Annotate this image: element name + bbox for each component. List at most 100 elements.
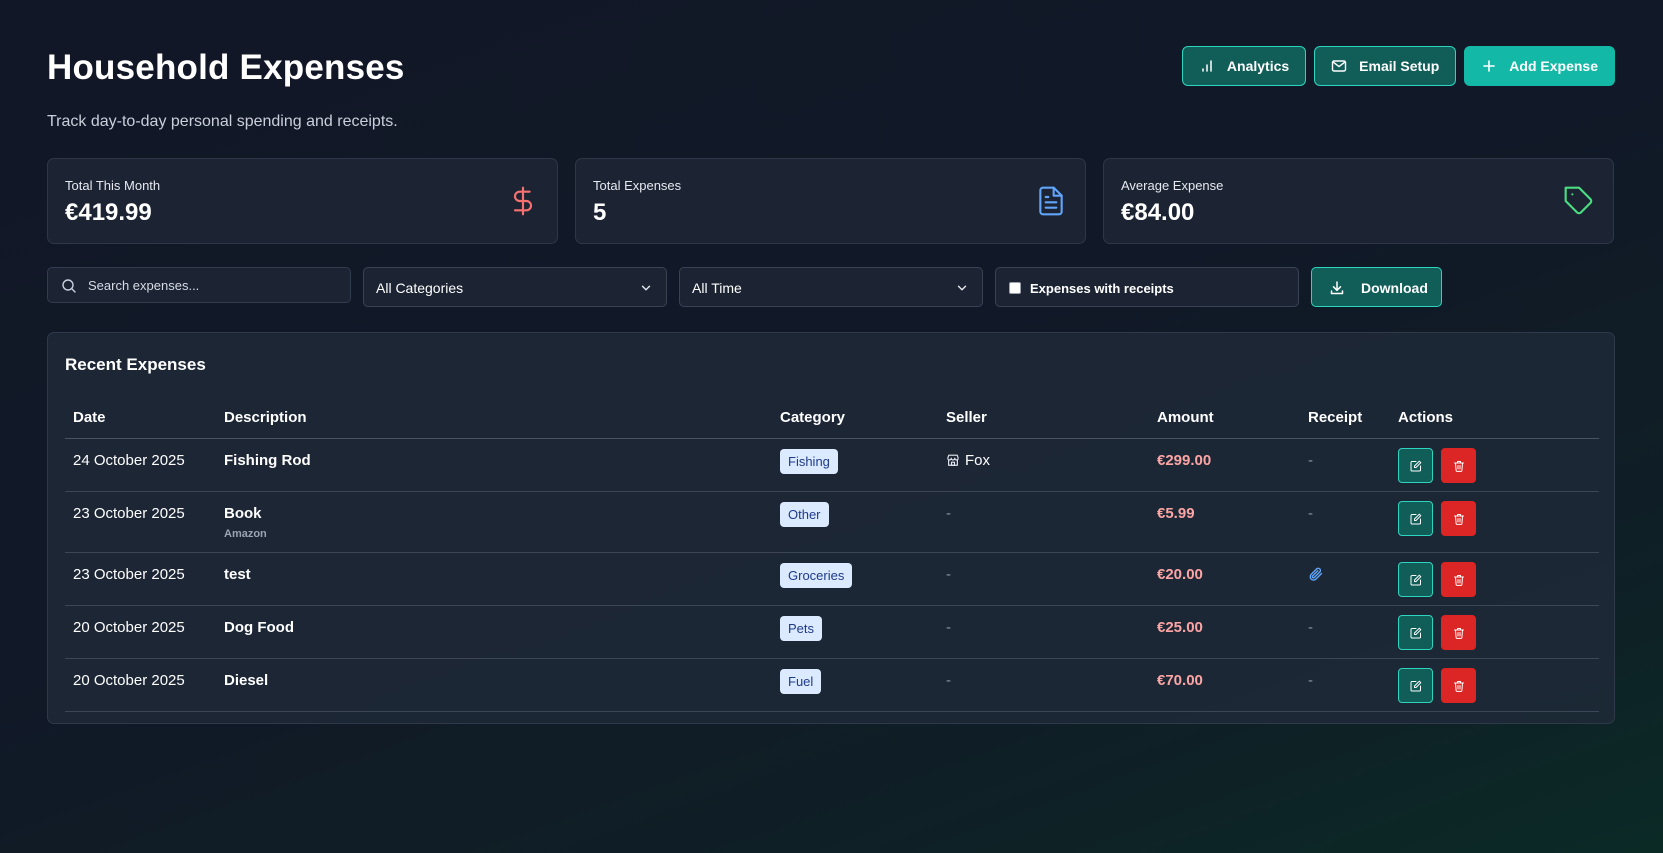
category-select[interactable]: All Categories: [363, 267, 667, 307]
category-cell: Groceries: [772, 552, 938, 606]
amount-cell: €25.00: [1149, 605, 1300, 659]
receipts-checkbox[interactable]: [1009, 282, 1021, 294]
edit-button[interactable]: [1398, 561, 1433, 597]
edit-button[interactable]: [1398, 500, 1433, 536]
amount-cell: €5.99: [1149, 491, 1300, 553]
description-text: Dog Food: [224, 618, 294, 636]
amount-text: €70.00: [1157, 671, 1203, 689]
page-subtitle: Track day-to-day personal spending and r…: [47, 113, 398, 130]
category-badge: Pets: [780, 615, 823, 641]
column-header-seller: Seller: [938, 397, 1149, 439]
stat-card-total-expenses: Total Expenses 5: [575, 158, 1086, 244]
seller-cell: -: [938, 552, 1149, 606]
category-cell: Fishing: [772, 438, 938, 492]
email-setup-button-label: Email Setup: [1359, 58, 1440, 74]
header-actions: Analytics Email Setup Add Expense: [1181, 46, 1615, 86]
column-header-description: Description: [216, 397, 772, 439]
receipt-cell: -: [1300, 605, 1390, 659]
receipt-cell: -: [1300, 438, 1390, 492]
search-input[interactable]: [88, 268, 344, 302]
receipt-empty: -: [1308, 451, 1313, 469]
date-cell: 20 October 2025: [65, 658, 216, 712]
panel-title: Recent Expenses: [65, 355, 206, 374]
seller-cell: -: [938, 658, 1149, 712]
actions-cell: [1390, 605, 1599, 659]
description-text: test: [224, 565, 251, 583]
add-expense-button-label: Add Expense: [1509, 58, 1598, 74]
analytics-button-label: Analytics: [1226, 58, 1290, 74]
receipts-filter: Expenses with receipts: [995, 267, 1299, 307]
category-badge: Other: [780, 501, 829, 527]
email-setup-button[interactable]: Email Setup: [1314, 46, 1457, 86]
date-cell: 20 October 2025: [65, 605, 216, 659]
vendor-text: Amazon: [224, 527, 267, 540]
receipts-checkbox-label[interactable]: Expenses with receipts: [1030, 281, 1174, 296]
plus-icon: [1483, 60, 1496, 72]
seller-empty: -: [946, 504, 951, 522]
actions-cell: [1390, 491, 1599, 553]
row-actions: [1398, 500, 1599, 536]
stat-value: 5: [593, 199, 607, 226]
row-actions: [1398, 447, 1599, 483]
amount-cell: €70.00: [1149, 658, 1300, 712]
search-icon: [62, 279, 76, 293]
bar-chart-icon: [1202, 60, 1212, 72]
filter-bar: All Categories All Time Expenses with re…: [47, 267, 1615, 307]
table-header-row: Date Description Category Seller Amount …: [65, 397, 1599, 439]
edit-icon: [1410, 680, 1422, 691]
delete-button[interactable]: [1441, 614, 1476, 650]
row-actions: [1398, 561, 1599, 597]
trash-icon: [1454, 460, 1464, 472]
mail-icon: [1331, 60, 1347, 72]
delete-button[interactable]: [1441, 561, 1476, 597]
stat-label: Total Expenses: [593, 178, 682, 193]
paperclip-icon[interactable]: [1308, 566, 1324, 582]
table-row: 20 October 2025 Diesel Fuel - €70.00 -: [65, 658, 1599, 712]
column-header-actions: Actions: [1390, 397, 1599, 439]
trash-icon: [1454, 680, 1464, 692]
receipt-empty: -: [1308, 618, 1313, 636]
amount-text: €20.00: [1157, 565, 1203, 583]
download-button-label: Download: [1361, 280, 1428, 296]
amount-text: €25.00: [1157, 618, 1203, 636]
receipt-empty: -: [1308, 671, 1313, 689]
stat-label: Average Expense: [1121, 178, 1224, 193]
receipt-cell: -: [1300, 491, 1390, 553]
description-cell: Fishing Rod: [216, 438, 772, 492]
receipt-empty: -: [1308, 504, 1313, 522]
table-row: 23 October 2025 test Groceries - €20.00: [65, 552, 1599, 606]
analytics-button[interactable]: Analytics: [1181, 46, 1307, 86]
page-header: Household Expenses Analytics Email Setup…: [47, 46, 1615, 92]
dollar-icon: [513, 186, 532, 216]
time-select[interactable]: All Time: [679, 267, 983, 307]
seller-empty: -: [946, 565, 951, 583]
description-cell: Dog Food: [216, 605, 772, 659]
actions-cell: [1390, 552, 1599, 606]
category-badge: Fishing: [780, 448, 838, 474]
delete-button[interactable]: [1441, 447, 1476, 483]
time-select-value: All Time: [692, 280, 742, 296]
edit-button[interactable]: [1398, 667, 1433, 703]
search-box: [47, 267, 351, 303]
store-icon: [947, 454, 959, 466]
description-text: Book: [224, 504, 262, 522]
description-cell: test: [216, 552, 772, 606]
add-expense-button[interactable]: Add Expense: [1464, 46, 1615, 86]
download-button[interactable]: Download: [1311, 267, 1442, 307]
trash-icon: [1454, 574, 1464, 586]
seller-cell: -: [938, 605, 1149, 659]
document-icon: [1039, 186, 1063, 216]
stat-card-average-expense: Average Expense €84.00: [1103, 158, 1614, 244]
edit-icon: [1410, 574, 1422, 585]
receipt-cell: [1300, 552, 1390, 606]
category-cell: Other: [772, 491, 938, 553]
delete-button[interactable]: [1441, 667, 1476, 703]
edit-button[interactable]: [1398, 614, 1433, 650]
trash-icon: [1454, 513, 1464, 525]
edit-button[interactable]: [1398, 447, 1433, 483]
category-cell: Pets: [772, 605, 938, 659]
table-row: 24 October 2025 Fishing Rod Fishing Fox …: [65, 438, 1599, 492]
date-cell: 23 October 2025: [65, 491, 216, 553]
delete-button[interactable]: [1441, 500, 1476, 536]
stat-cards: Total This Month €419.99 Total Expenses …: [47, 158, 1615, 244]
